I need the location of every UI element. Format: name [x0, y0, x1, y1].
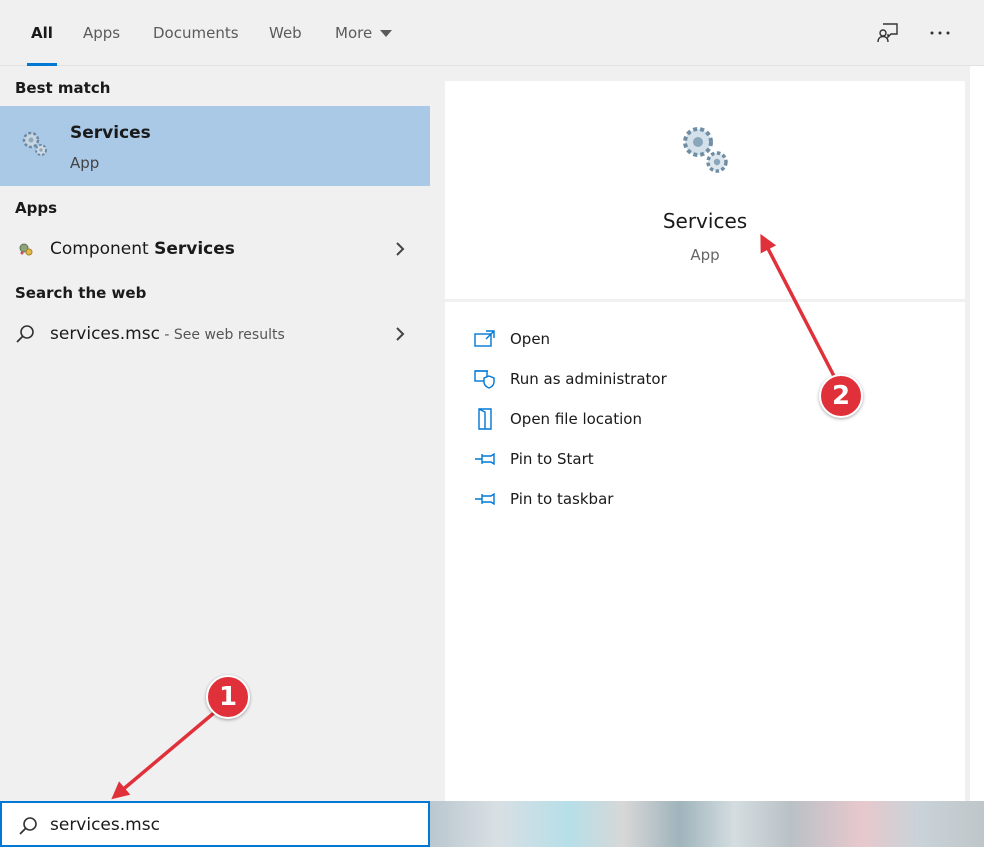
list-item-label: services.msc - See web results	[50, 324, 285, 344]
web-results-hint: - See web results	[159, 327, 285, 343]
action-open-file-location[interactable]: Open file location	[473, 404, 773, 434]
web-query: services.msc	[50, 324, 160, 344]
tab-documents[interactable]: Documents	[153, 0, 239, 66]
tab-label: More	[335, 24, 373, 42]
more-options-icon	[930, 31, 950, 35]
chevron-down-icon	[380, 29, 393, 37]
best-match-title: Services	[70, 123, 151, 143]
best-match-item[interactable]: Services App	[0, 106, 430, 186]
tab-label: Documents	[153, 24, 239, 42]
app-preview: Services App	[445, 81, 965, 299]
action-pin-to-taskbar[interactable]: Pin to taskbar	[473, 484, 773, 514]
search-icon	[19, 817, 37, 835]
action-label: Pin to Start	[510, 450, 594, 468]
shield-icon	[473, 367, 497, 391]
tab-label: Web	[269, 24, 302, 42]
background-window-edge	[970, 66, 984, 801]
action-run-as-admin[interactable]: Run as administrator	[473, 364, 773, 394]
component-services-icon	[19, 243, 33, 256]
feedback-icon	[877, 23, 898, 43]
best-match-header: Best match	[15, 79, 111, 97]
action-label: Pin to taskbar	[510, 490, 614, 508]
open-icon	[473, 327, 497, 351]
app-name-prefix: Component	[50, 239, 155, 259]
search-icon	[16, 325, 34, 343]
web-header: Search the web	[15, 284, 147, 302]
app-name-match: Services	[154, 239, 235, 259]
search-box[interactable]: services.msc	[0, 801, 430, 847]
tab-apps[interactable]: Apps	[83, 0, 120, 66]
action-label: Open file location	[510, 410, 642, 428]
preview-title: Services	[662, 209, 748, 233]
preview-card: Services App Open Run as administrator O…	[445, 81, 965, 803]
feedback-button[interactable]	[872, 18, 904, 48]
tab-all[interactable]: All	[27, 0, 57, 66]
tab-web[interactable]: Web	[269, 0, 302, 66]
action-pin-to-start[interactable]: Pin to Start	[473, 444, 773, 474]
pin-icon	[473, 487, 497, 511]
apps-header: Apps	[15, 199, 58, 217]
annotation-badge-2: 2	[819, 374, 863, 418]
search-input[interactable]: services.msc	[50, 815, 160, 835]
gears-icon	[683, 127, 728, 173]
tab-label: All	[31, 24, 53, 42]
action-open[interactable]: Open	[473, 324, 773, 354]
folder-location-icon	[473, 407, 497, 431]
annotation-badge-1: 1	[206, 675, 250, 719]
best-match-subtitle: App	[70, 154, 100, 172]
search-filter-bar: All Apps Documents Web More	[0, 0, 984, 66]
list-item-web-search[interactable]: services.msc - See web results	[0, 314, 430, 354]
more-options-button[interactable]	[924, 18, 956, 48]
gears-icon	[22, 131, 47, 156]
action-label: Run as administrator	[510, 370, 667, 388]
list-item-component-services[interactable]: Component Services	[0, 229, 430, 269]
pin-icon	[473, 447, 497, 471]
divider	[445, 299, 965, 302]
tab-more[interactable]: More	[335, 0, 393, 66]
preview-pane: Services App Open Run as administrator O…	[430, 66, 984, 803]
tab-label: Apps	[83, 24, 121, 42]
blurred-taskbar	[430, 801, 984, 847]
action-label: Open	[510, 330, 551, 348]
list-item-label: Component Services	[50, 239, 235, 259]
chevron-right-icon[interactable]	[392, 326, 408, 342]
chevron-right-icon[interactable]	[392, 241, 408, 257]
preview-subtitle: App	[690, 246, 720, 264]
